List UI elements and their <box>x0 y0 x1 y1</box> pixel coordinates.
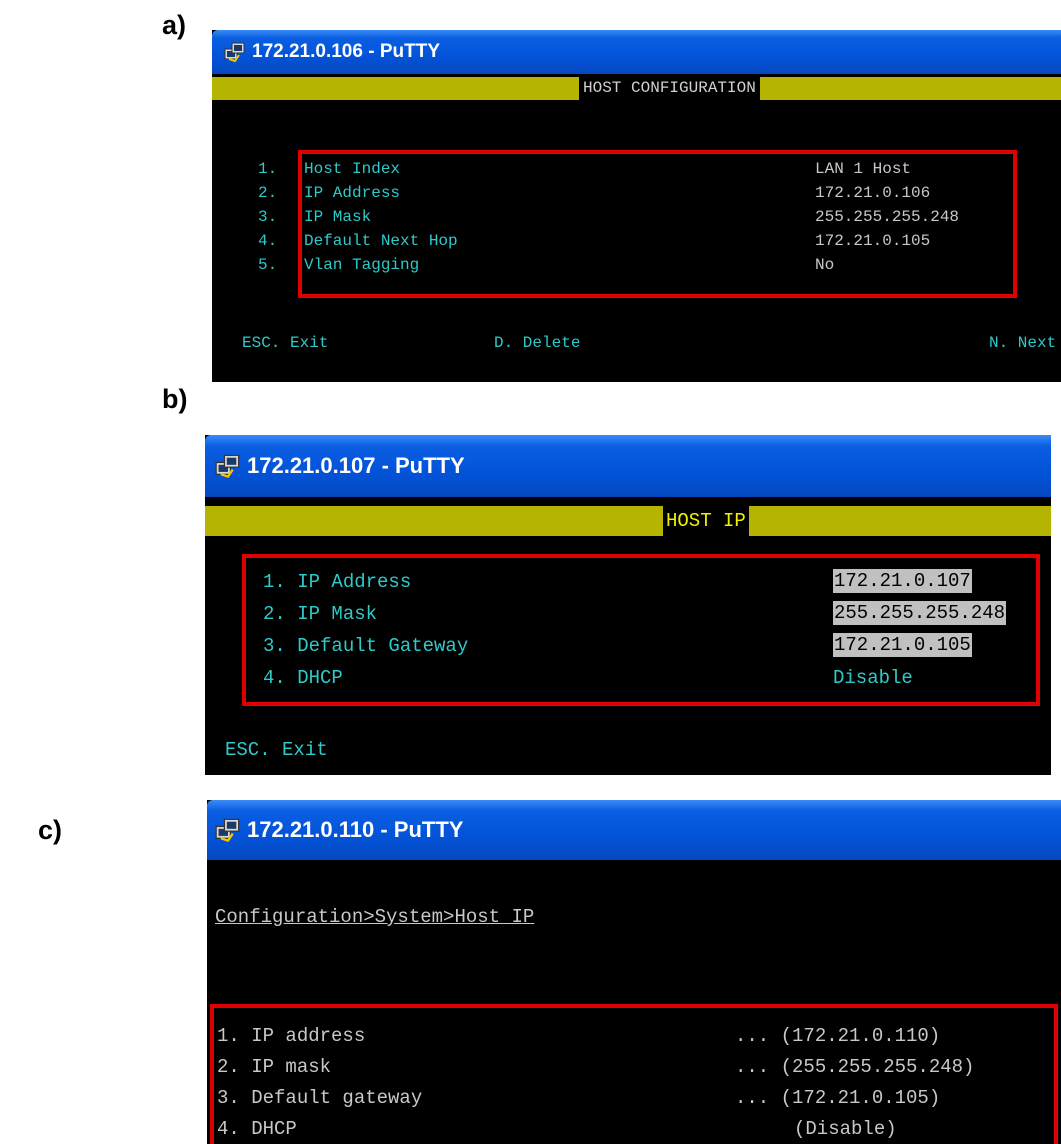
menu-item-ip-mask[interactable]: 2. IP Mask <box>263 603 377 625</box>
window-title: 172.21.0.110 - PuTTY <box>247 817 464 842</box>
menu-item-vlan-tagging[interactable]: Vlan Tagging <box>304 256 419 274</box>
menu-item-num: 5. <box>258 256 278 274</box>
next-command[interactable]: N. Next <box>989 334 1056 352</box>
window-title: 172.21.0.106 - PuTTY <box>252 41 440 62</box>
putty-icon <box>224 41 246 63</box>
value-ip-address: ... (172.21.0.110) <box>735 1025 941 1047</box>
header-banner: HOST IP <box>205 506 1051 536</box>
exit-command[interactable]: ESC. Exit <box>242 334 328 352</box>
value-dhcp: (Disable) <box>794 1118 897 1140</box>
exit-command[interactable]: ESC. Exit <box>225 739 328 761</box>
panel-label-c: c) <box>38 815 63 845</box>
menu-item-default-gateway[interactable]: 3. Default gateway <box>217 1087 422 1109</box>
putty-window-b: 172.21.0.107 - PuTTY HOST IP 1. IP Addre… <box>205 435 1051 775</box>
menu-item-host-index[interactable]: Host Index <box>304 160 400 178</box>
value-host-index: LAN 1 Host <box>815 160 912 178</box>
value-default-gateway: ... (172.21.0.105) <box>735 1087 941 1109</box>
value-default-gateway[interactable]: 172.21.0.105 <box>833 633 972 657</box>
panel-label-a: a) <box>162 10 187 40</box>
menu-item-num: 2. <box>258 184 278 202</box>
value-ip-address: 172.21.0.106 <box>815 184 931 202</box>
breadcrumb: Configuration>System>Host IP <box>215 906 535 928</box>
menu-item-ip-address[interactable]: IP Address <box>304 184 400 202</box>
terminal-area[interactable]: Configuration>System>Host IP 1. IP addre… <box>207 860 1061 1144</box>
panel-label-b: b) <box>162 384 188 414</box>
banner-title: HOST IP <box>663 506 749 536</box>
window-titlebar[interactable]: 172.21.0.110 - PuTTY <box>207 800 1061 860</box>
value-default-next-hop: 172.21.0.105 <box>815 232 931 250</box>
value-dhcp: Disable <box>833 667 913 689</box>
menu-item-num: 3. <box>258 208 278 226</box>
value-ip-address[interactable]: 172.21.0.107 <box>833 569 972 593</box>
menu-item-ip-address[interactable]: 1. IP address <box>217 1025 365 1047</box>
value-ip-mask: 255.255.255.248 <box>815 208 960 226</box>
putty-icon <box>215 817 241 843</box>
banner-title: HOST CONFIGURATION <box>579 77 760 100</box>
delete-command[interactable]: D. Delete <box>494 334 580 352</box>
terminal-area[interactable]: HOST CONFIGURATION 1. Host Index LAN 1 H… <box>212 74 1061 382</box>
window-title: 172.21.0.107 - PuTTY <box>247 453 465 478</box>
menu-item-default-next-hop[interactable]: Default Next Hop <box>304 232 458 250</box>
header-banner: HOST CONFIGURATION <box>212 77 1061 100</box>
menu-item-num: 4. <box>258 232 278 250</box>
window-titlebar[interactable]: 172.21.0.107 - PuTTY <box>205 435 1051 497</box>
terminal-area[interactable]: HOST IP 1. IP Address 172.21.0.107 2. IP… <box>205 497 1051 775</box>
menu-item-num: 1. <box>258 160 278 178</box>
menu-item-ip-mask[interactable]: IP Mask <box>304 208 371 226</box>
window-titlebar[interactable]: 172.21.0.106 - PuTTY <box>212 30 1061 74</box>
menu-item-ip-address[interactable]: 1. IP Address <box>263 571 411 593</box>
value-ip-mask: ... (255.255.255.248) <box>735 1056 975 1078</box>
value-ip-mask[interactable]: 255.255.255.248 <box>833 601 1007 625</box>
menu-item-dhcp[interactable]: 4. DHCP <box>217 1118 297 1140</box>
menu-item-default-gateway[interactable]: 3. Default Gateway <box>263 635 468 657</box>
menu-item-dhcp[interactable]: 4. DHCP <box>263 667 343 689</box>
putty-icon <box>215 453 241 479</box>
value-vlan-tagging: No <box>815 256 835 274</box>
putty-window-c: 172.21.0.110 - PuTTY Configuration>Syste… <box>207 800 1061 1144</box>
menu-item-ip-mask[interactable]: 2. IP mask <box>217 1056 331 1078</box>
putty-window-a: 172.21.0.106 - PuTTY HOST CONFIGURATION … <box>212 30 1061 382</box>
